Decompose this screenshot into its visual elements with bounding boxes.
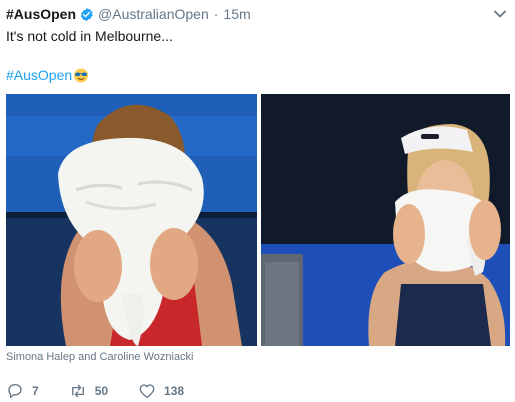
heart-icon <box>139 384 155 399</box>
like-button[interactable]: 138 <box>138 382 184 400</box>
photo-halep[interactable] <box>6 94 257 346</box>
author-handle[interactable]: @AustralianOpen <box>98 6 209 22</box>
photo-wozniacki[interactable] <box>261 94 510 346</box>
photo-wozniacki-illustration <box>261 94 510 346</box>
tweet-timestamp[interactable]: 15m <box>223 6 250 22</box>
reply-icon <box>8 383 22 399</box>
tweet-card: #AusOpen @AustralianOpen · 15m It's not … <box>0 0 515 402</box>
header-separator: · <box>213 6 219 22</box>
author-display-name[interactable]: #AusOpen <box>6 6 76 22</box>
retweet-icon <box>71 384 84 398</box>
tweet-actions: 7 50 138 <box>6 380 214 402</box>
like-count: 138 <box>164 384 185 398</box>
photo-halep-illustration <box>6 94 257 346</box>
verified-badge-icon <box>80 7 93 21</box>
retweet-button[interactable]: 50 <box>69 382 108 400</box>
chevron-down-icon[interactable] <box>493 7 507 21</box>
reply-count: 7 <box>32 384 39 398</box>
tweet-header: #AusOpen @AustralianOpen · 15m <box>6 4 251 24</box>
retweet-count: 50 <box>94 384 109 398</box>
hashtag-link[interactable]: #AusOpen <box>6 66 72 84</box>
media-grid <box>6 94 510 346</box>
sunglasses-emoji-icon <box>74 68 89 83</box>
media-caption: Simona Halep and Caroline Wozniacki <box>6 351 194 363</box>
tweet-text: It's not cold in Melbourne... <box>6 28 173 44</box>
reply-button[interactable]: 7 <box>6 382 39 400</box>
hashtag-line: #AusOpen <box>6 66 89 84</box>
